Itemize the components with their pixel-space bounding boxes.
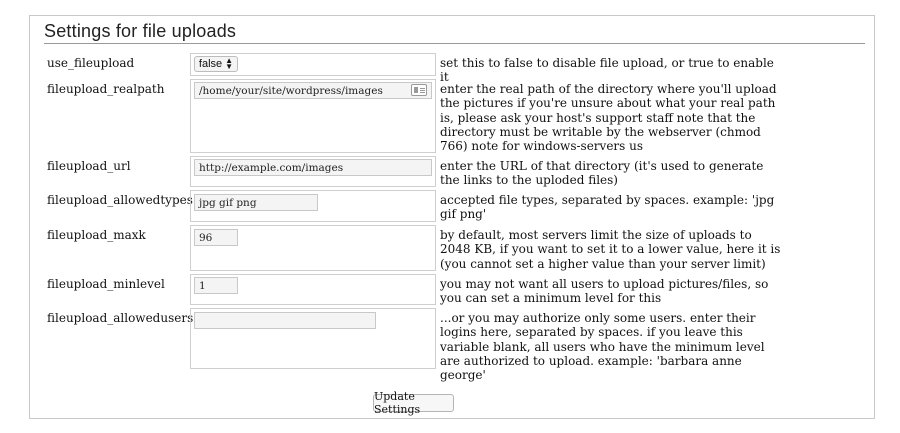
desc-fileupload-allowedtypes: accepted file types, separated by spaces… bbox=[440, 193, 775, 222]
fileupload-realpath-input[interactable]: /home/your/site/wordpress/images bbox=[194, 82, 432, 99]
use-fileupload-select[interactable]: false ▲ ▼ bbox=[194, 56, 238, 72]
label-fileupload-minlevel: fileupload_minlevel bbox=[47, 277, 165, 291]
label-fileupload-allowedtypes: fileupload_allowedtypes bbox=[47, 193, 193, 207]
desc-fileupload-url: enter the URL of that directory (it's us… bbox=[440, 159, 764, 188]
fileupload-allowedusers-input[interactable] bbox=[194, 312, 376, 329]
desc-fileupload-realpath: enter the real path of the directory whe… bbox=[440, 82, 777, 154]
fileupload-allowedtypes-input[interactable]: jpg gif png bbox=[194, 194, 318, 211]
desc-fileupload-minlevel: you may not want all users to upload pic… bbox=[440, 277, 769, 306]
label-fileupload-allowedusers: fileupload_allowedusers bbox=[47, 311, 194, 325]
use-fileupload-selected-value: false bbox=[198, 58, 223, 70]
fileupload-url-input[interactable]: http://example.com/images bbox=[194, 159, 432, 176]
section-divider bbox=[44, 43, 865, 44]
desc-fileupload-allowedusers: ...or you may authorize only some users.… bbox=[440, 311, 765, 383]
label-use-fileupload: use_fileupload bbox=[47, 56, 135, 70]
desc-use-fileupload: set this to false to disable file upload… bbox=[440, 56, 774, 85]
label-fileupload-maxk: fileupload_maxk bbox=[47, 228, 146, 242]
update-settings-button[interactable]: Update Settings bbox=[373, 390, 454, 416]
section-title: Settings for file uploads bbox=[44, 21, 237, 41]
up-down-arrows-icon: ▲ ▼ bbox=[225, 56, 234, 71]
fileupload-minlevel-input[interactable]: 1 bbox=[194, 277, 238, 294]
label-fileupload-realpath: fileupload_realpath bbox=[47, 82, 165, 96]
fileupload-maxk-input[interactable]: 96 bbox=[194, 229, 238, 246]
label-fileupload-url: fileupload_url bbox=[47, 159, 131, 173]
desc-fileupload-maxk: by default, most servers limit the size … bbox=[440, 228, 781, 271]
contact-card-icon[interactable] bbox=[411, 84, 427, 96]
